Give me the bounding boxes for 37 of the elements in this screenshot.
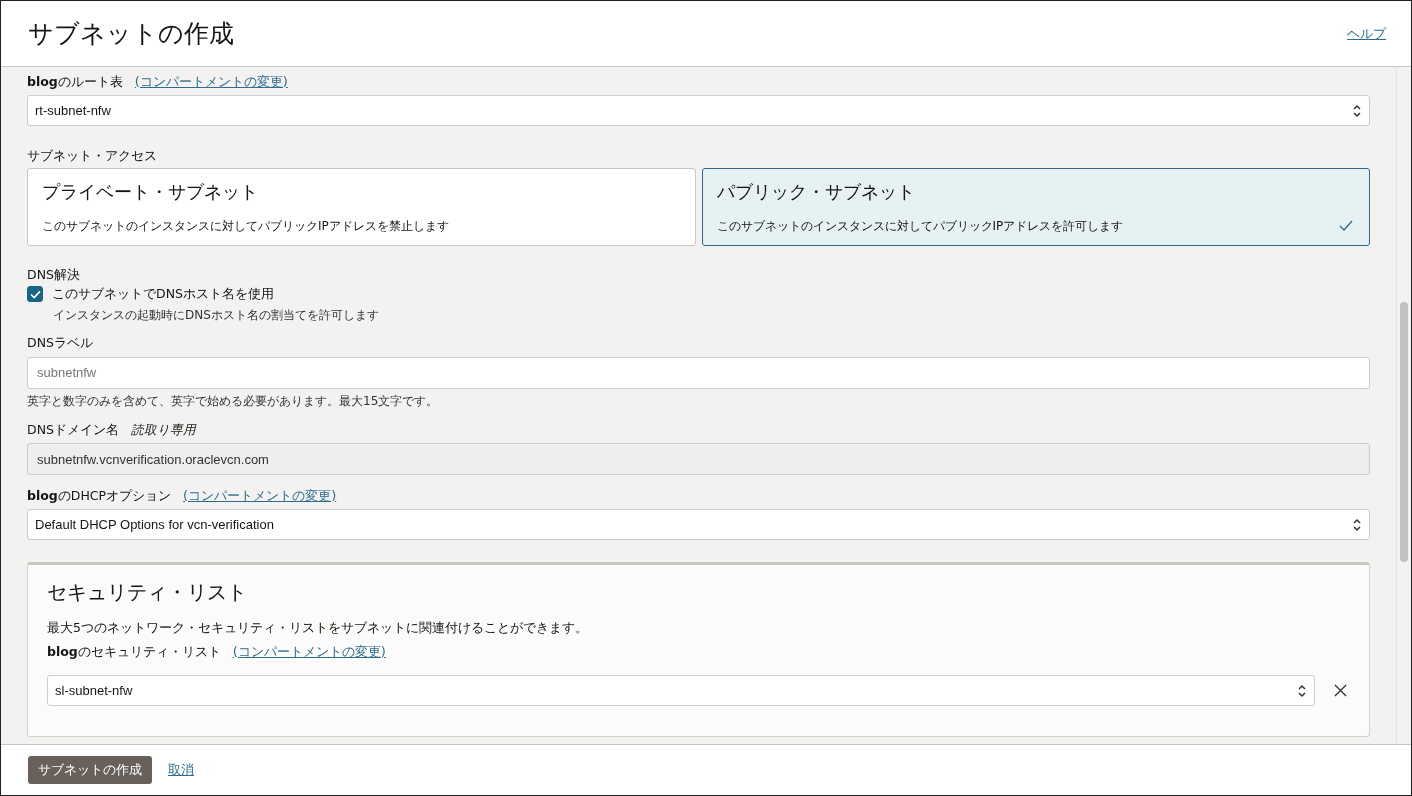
field-label: DNSドメイン名 xyxy=(27,421,119,439)
create-subnet-button[interactable]: サブネットの作成 xyxy=(28,756,152,784)
field-label: blogのDHCPオプション xyxy=(27,487,172,505)
help-link[interactable]: ヘルプ xyxy=(1347,24,1386,43)
route-table-select[interactable]: rt-subnet-nfw xyxy=(27,95,1370,126)
field-label: サブネット・アクセス xyxy=(27,148,158,165)
section-description: 最大5つのネットワーク・セキュリティ・リストをサブネットに関連付けることができます。 xyxy=(47,620,589,638)
field-label: DNS解決 xyxy=(27,267,81,284)
read-only-note: 読取り専用 xyxy=(130,421,196,439)
field-label: blogのセキュリティ・リスト xyxy=(47,643,221,661)
check-icon xyxy=(1339,220,1353,232)
field-label: DNSラベル xyxy=(27,334,94,352)
help-text: インスタンスの起動時にDNSホスト名の割当てを許可します xyxy=(52,308,380,324)
section-title: セキュリティ・リスト xyxy=(47,579,248,607)
checkbox-label: このサブネットでDNSホスト名を使用 xyxy=(52,285,274,303)
sort-arrows-icon xyxy=(1353,103,1361,118)
option-title: パブリック・サブネット xyxy=(716,181,916,204)
subnet-access-option[interactable]: プライベート・サブネット このサブネットのインスタンスに対してパブリックIPアドレスを禁止します xyxy=(27,168,696,246)
subnet-access-option[interactable]: パブリック・サブネット このサブネットのインスタンスに対してパブリックIPアドレスを許可します xyxy=(701,168,1370,246)
close-icon[interactable] xyxy=(1334,684,1347,698)
change-compartment-link[interactable]: (コンパートメントの変更) xyxy=(232,643,386,662)
change-compartment-link[interactable]: (コンパートメントの変更) xyxy=(134,73,288,91)
change-compartment-link[interactable]: (コンパートメントの変更) xyxy=(183,487,337,506)
help-text: 英字と数字のみを含めて、英字で始める必要があります。最大15文字です。 xyxy=(27,393,440,410)
field-label: blogのルート表 xyxy=(27,73,123,91)
panel-title: サブネットの作成 xyxy=(28,18,234,50)
sort-arrows-icon xyxy=(1353,517,1361,532)
option-title: プライベート・サブネット xyxy=(42,181,259,204)
checkbox[interactable] xyxy=(27,286,43,302)
sort-arrows-icon xyxy=(1298,683,1306,698)
dns-domain-field: subnetnfw.vcnverification.oraclevcn.com xyxy=(27,443,1370,476)
dns-label-input[interactable]: subnetnfw xyxy=(27,356,1370,389)
cancel-link[interactable]: 取消 xyxy=(168,761,194,779)
security-list-select[interactable]: sl-subnet-nfw xyxy=(47,675,1315,707)
option-description: このサブネットのインスタンスに対してパブリックIPアドレスを許可します xyxy=(716,218,1124,235)
option-description: このサブネットのインスタンスに対してパブリックIPアドレスを禁止します xyxy=(42,218,449,235)
dhcp-options-select[interactable]: Default DHCP Options for vcn-verification xyxy=(27,509,1370,541)
